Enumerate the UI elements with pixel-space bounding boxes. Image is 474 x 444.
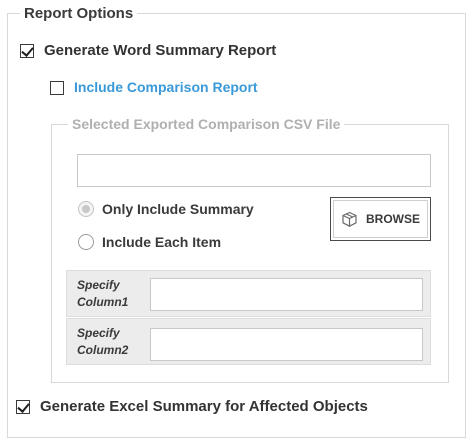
generate-word-label[interactable]: Generate Word Summary Report (44, 43, 276, 58)
column2-label: Specify Column2 (77, 326, 129, 357)
include-comparison-checkbox[interactable] (50, 81, 64, 95)
box-icon (341, 211, 358, 228)
browse-button[interactable]: BROWSE (330, 197, 431, 241)
report-options-title: Report Options (20, 6, 138, 21)
column1-input[interactable] (150, 278, 423, 311)
column1-label: Specify Column1 (77, 278, 129, 309)
include-comparison-label[interactable]: Include Comparison Report (74, 80, 258, 94)
checkmark-icon (21, 44, 34, 57)
csv-file-group-title: Selected Exported Comparison CSV File (68, 117, 345, 131)
checkmark-icon (17, 400, 30, 413)
browse-button-label: BROWSE (366, 212, 420, 226)
generate-word-checkbox[interactable] (20, 44, 34, 58)
column2-input[interactable] (150, 328, 423, 361)
only-include-summary-label[interactable]: Only Include Summary (102, 202, 254, 216)
only-include-summary-radio[interactable] (78, 201, 94, 217)
report-options-panel: Report Options Generate Word Summary Rep… (0, 0, 474, 444)
csv-file-path-input[interactable] (77, 154, 431, 187)
generate-excel-checkbox[interactable] (16, 400, 30, 414)
include-each-item-radio[interactable] (78, 234, 94, 250)
include-each-item-label[interactable]: Include Each Item (102, 235, 221, 249)
generate-excel-label[interactable]: Generate Excel Summary for Affected Obje… (40, 399, 368, 414)
radio-selected-dot-icon (82, 205, 90, 213)
